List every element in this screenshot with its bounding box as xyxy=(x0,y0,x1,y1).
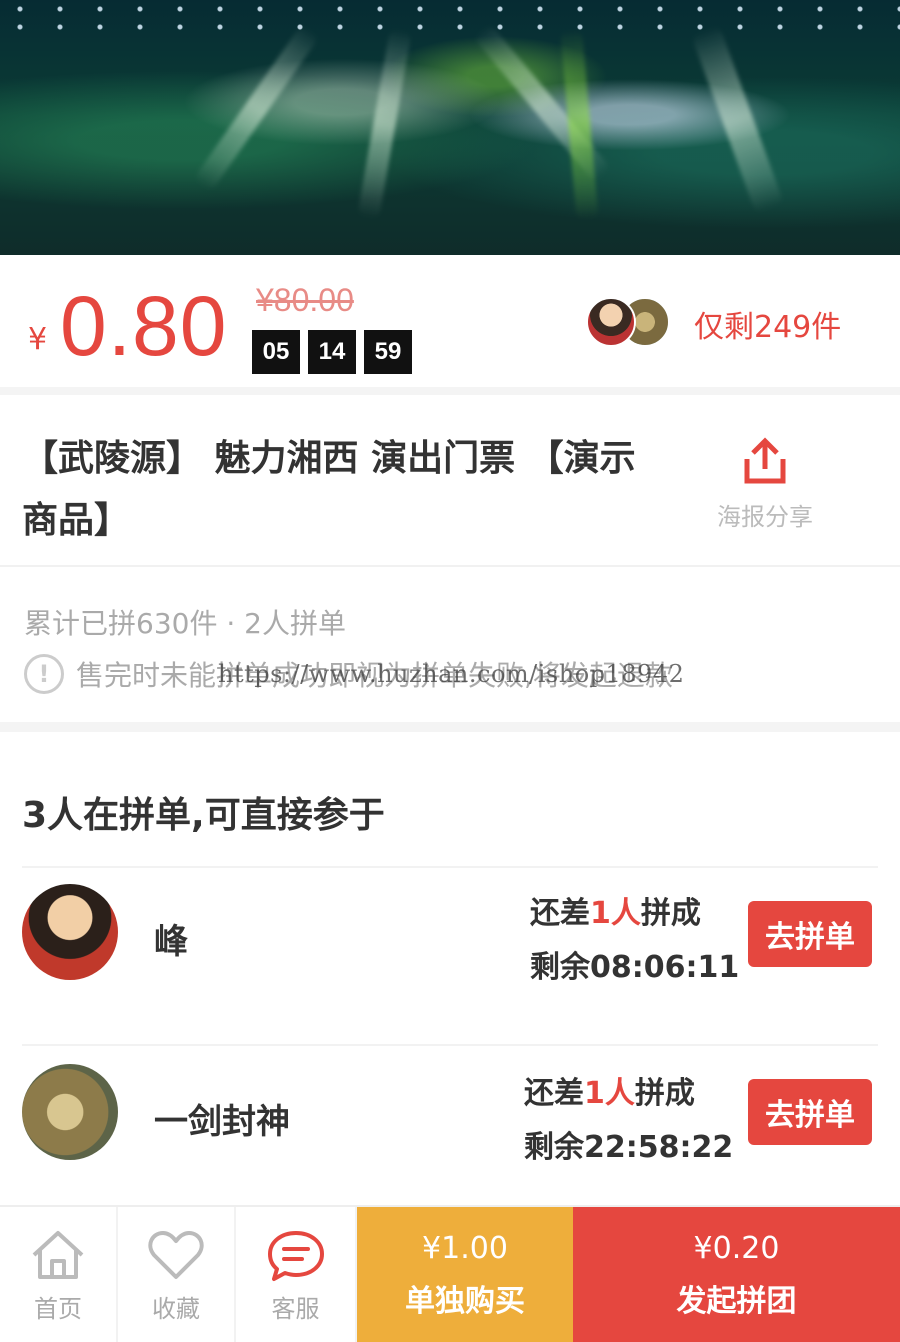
time-remaining: 剩余08:06:11 xyxy=(530,950,740,985)
share-icon xyxy=(744,437,786,484)
share-label: 海报分享 xyxy=(717,503,813,531)
time-remaining: 剩余22:58:22 xyxy=(524,1130,734,1165)
group-row: 一剑封神 还差1人拼成 剩余22:58:22 去拼单 xyxy=(0,1048,900,1178)
chat-icon xyxy=(267,1231,324,1281)
countdown-seconds: 59 xyxy=(364,330,412,374)
buyer-avatars xyxy=(586,297,676,349)
avatar xyxy=(586,297,636,347)
need-count-text: 还差1人拼成 xyxy=(524,1068,695,1112)
need-count: 1人 xyxy=(584,1076,635,1111)
light-beam xyxy=(690,24,785,214)
original-price: ¥80.00 xyxy=(256,282,354,318)
group-start-price: ¥0.20 xyxy=(693,1231,780,1266)
home-icon xyxy=(32,1231,84,1279)
need-suffix: 拼成 xyxy=(634,1076,695,1111)
countdown-timer: 05 14 59 xyxy=(252,330,412,374)
group-start-label: 发起拼团 xyxy=(676,1284,797,1319)
group-leader-name: 峰 xyxy=(154,922,188,962)
join-group-button[interactable]: 去拼单 xyxy=(748,1079,872,1145)
product-title: 【武陵源】 魅力湘西 演出门票 【演示商品】 xyxy=(22,438,636,541)
hero-banner-image xyxy=(0,0,900,255)
stage-lights-decoration xyxy=(0,0,900,40)
nav-home-label: 首页 xyxy=(34,1295,82,1323)
divider xyxy=(22,1044,878,1046)
info-section xyxy=(0,567,900,732)
exclamation-icon: ! xyxy=(24,654,64,694)
nav-favorite[interactable]: 收藏 xyxy=(118,1207,236,1342)
group-row: 峰 还差1人拼成 剩余08:06:11 去拼单 xyxy=(0,870,900,1000)
solo-buy-button[interactable]: ¥1.00 单独购买 xyxy=(357,1207,573,1342)
sales-stats: 累计已拼630件 · 2人拼单 xyxy=(24,607,346,640)
nav-home[interactable]: 首页 xyxy=(0,1207,118,1342)
nav-favorite-label: 收藏 xyxy=(152,1295,200,1323)
need-prefix: 还差 xyxy=(524,1076,584,1111)
avatar xyxy=(22,1064,118,1160)
light-beam xyxy=(193,23,321,192)
avatar xyxy=(22,884,118,980)
group-price: 0.80 xyxy=(60,279,228,373)
start-group-button[interactable]: ¥0.20 发起拼团 xyxy=(573,1207,900,1342)
heart-icon xyxy=(148,1231,204,1279)
need-count: 1人 xyxy=(590,896,641,931)
currency-symbol: ¥ xyxy=(28,322,48,357)
poster-share-button[interactable]: 海报分享 xyxy=(700,435,830,532)
stock-remaining: 仅剩249件 xyxy=(694,310,842,345)
nav-service[interactable]: 客服 xyxy=(236,1207,357,1342)
watermark: https://www.huzhan.com/ishop18942 xyxy=(218,660,685,688)
solo-label: 单独购买 xyxy=(405,1284,525,1319)
solo-price: ¥1.00 xyxy=(422,1231,508,1266)
join-group-button[interactable]: 去拼单 xyxy=(748,901,872,967)
nav-service-label: 客服 xyxy=(271,1295,320,1323)
group-list-title: 3人在拼单,可直接参于 xyxy=(22,795,385,836)
group-leader-name: 一剑封神 xyxy=(154,1102,290,1142)
light-beam xyxy=(357,28,412,220)
countdown-minutes: 14 xyxy=(308,330,356,374)
need-suffix: 拼成 xyxy=(640,896,701,931)
divider xyxy=(22,866,878,868)
need-count-text: 还差1人拼成 xyxy=(530,888,701,932)
bottom-action-bar: 首页 收藏 客服 ¥1.00 单独购买 ¥0.20 发起拼团 xyxy=(0,1205,900,1342)
need-prefix: 还差 xyxy=(530,896,590,931)
countdown-hours: 05 xyxy=(252,330,300,374)
